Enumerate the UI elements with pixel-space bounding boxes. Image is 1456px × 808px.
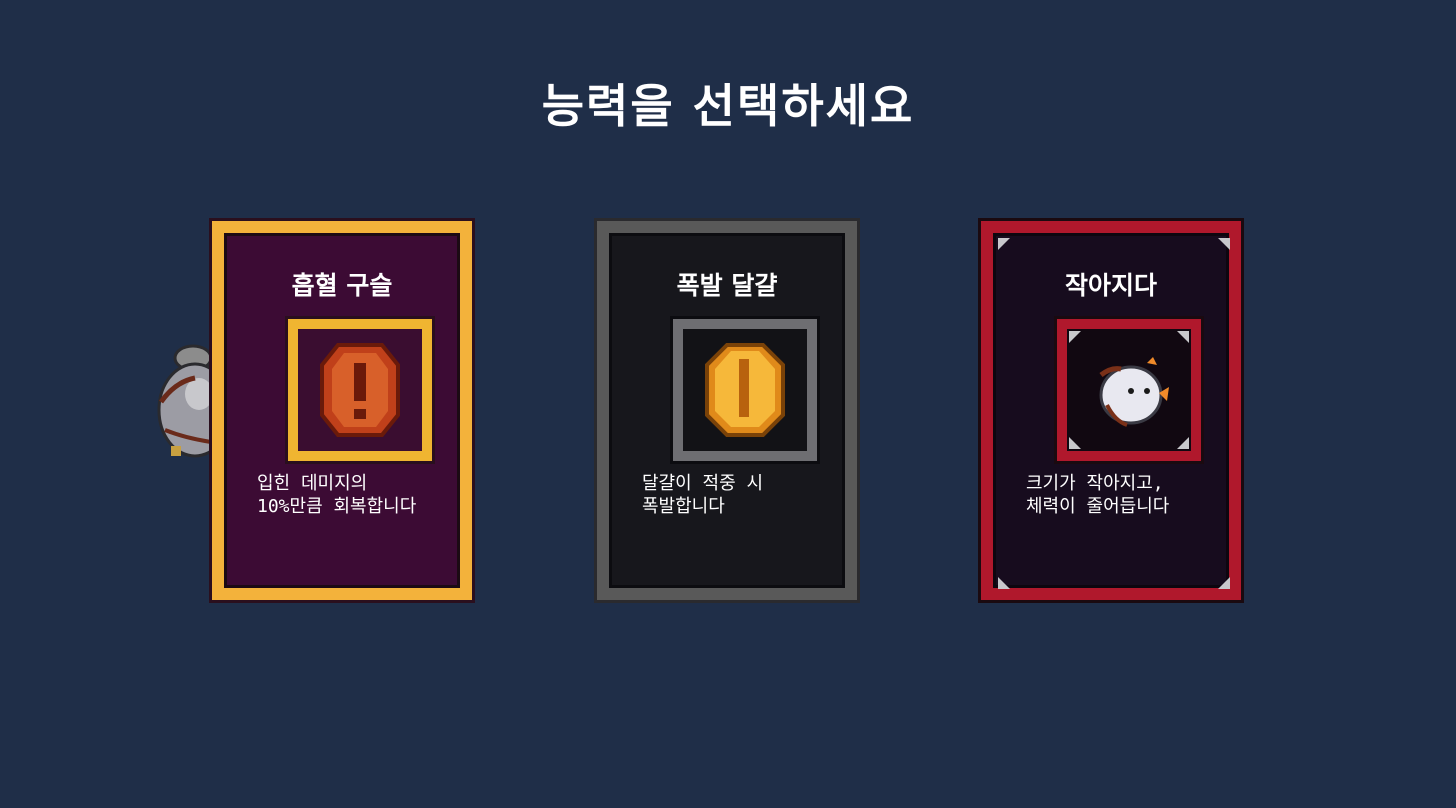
- card-description: 크기가 작아지고, 체력이 줄어듭니다: [1026, 473, 1170, 517]
- card-title: 흡혈 구슬: [291, 271, 393, 300]
- card-description: 입힌 데미지의 10%만큼 회복합니다: [257, 473, 417, 517]
- ability-card-shrink[interactable]: 작아지다 크기가 작아지고, 체력이 줄어듭니다: [978, 218, 1244, 603]
- card-panel: 작아지다 크기가 작아지고, 체력이 줄어듭니다: [993, 233, 1230, 589]
- card-icon-frame: [1054, 316, 1204, 464]
- card-title: 폭발 달걀: [676, 271, 778, 300]
- card-panel: 흡혈 구슬 입힌 데미지의 10%만큼 회복합니다: [224, 233, 460, 588]
- gold-coin-egg-icon: [705, 343, 785, 437]
- card-icon-frame: [285, 316, 435, 464]
- ability-card-vampire-orb[interactable]: 흡혈 구슬 입힌 데미지의 10%만큼 회복합니다: [209, 218, 475, 603]
- card-description: 달걀이 적중 시 폭발합니다: [642, 473, 764, 517]
- shrink-chicken-icon: [1069, 331, 1189, 449]
- card-title: 작아지다: [1064, 271, 1157, 300]
- peeking-chicken-character: [157, 344, 211, 458]
- card-panel: 폭발 달걀 달걀이 적중 시 폭발합니다: [609, 233, 845, 588]
- card-icon-frame: [670, 316, 820, 464]
- ability-card-explosive-egg[interactable]: 폭발 달걀 달걀이 적중 시 폭발합니다: [594, 218, 860, 603]
- page-title: 능력을 선택하세요: [541, 79, 915, 133]
- red-exclamation-gem-icon: [320, 343, 400, 437]
